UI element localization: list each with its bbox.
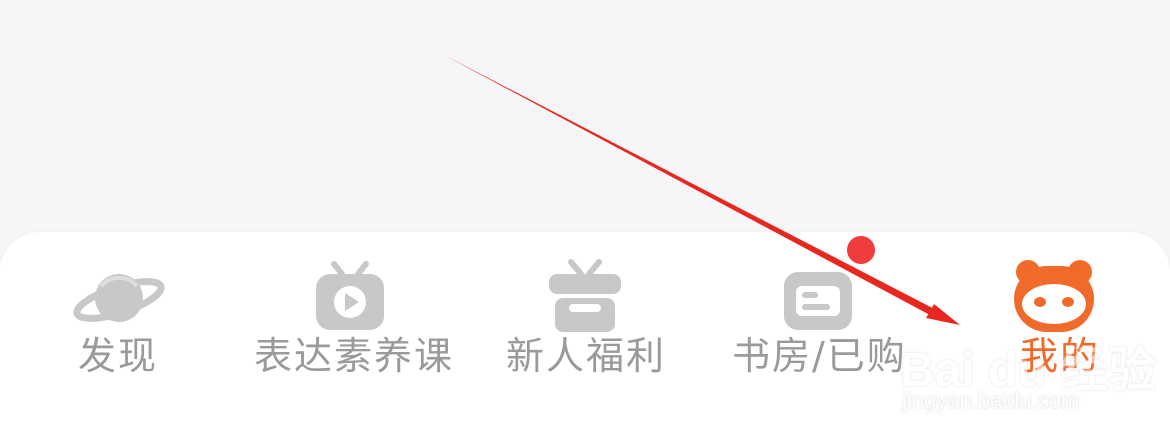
tab-label-discover: 发现: [78, 334, 159, 378]
tab-label-expression-course: 表达素养课: [254, 334, 455, 378]
tab-expression-course[interactable]: 表达素养课: [248, 232, 453, 392]
watermark-url: jingyan.baidu.com: [902, 388, 1080, 413]
tab-discover[interactable]: 发现: [44, 232, 194, 392]
bookshelf-icon: [770, 256, 866, 336]
notification-badge: [844, 233, 878, 267]
tab-newcomer-benefits[interactable]: 新人福利: [500, 232, 670, 392]
planet-icon: [71, 256, 167, 336]
gift-box-icon: [537, 256, 633, 336]
tab-label-newcomer-benefits: 新人福利: [506, 334, 667, 378]
baidu-jingyan-watermark: Bai du 经验 jingyan.baidu.com: [900, 316, 1156, 416]
tv-play-icon: [302, 256, 398, 336]
page-content-area: [0, 0, 1170, 240]
tab-study-purchased[interactable]: 书房/已购: [728, 232, 908, 392]
tab-label-study-purchased: 书房/已购: [732, 334, 907, 378]
